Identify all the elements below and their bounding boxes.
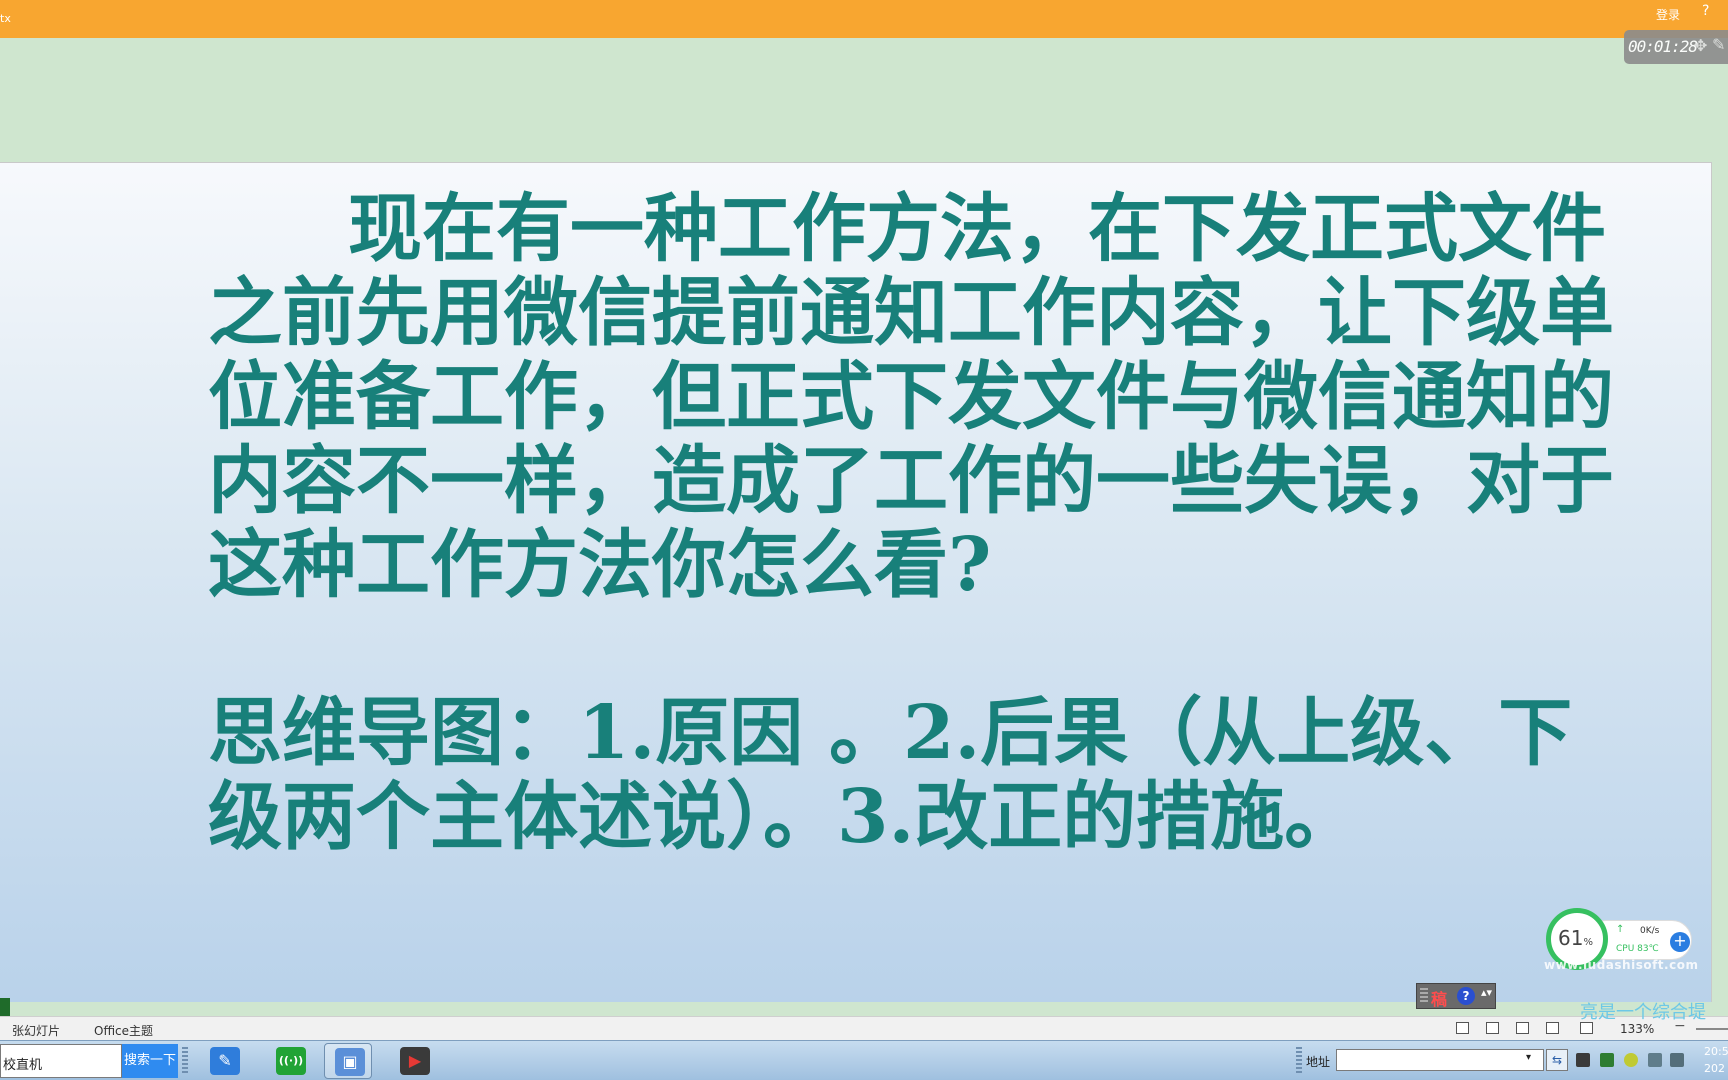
grip-icon[interactable] — [1420, 988, 1428, 1004]
status-bar: 张幻灯片 Office主题 133% − — [0, 1016, 1728, 1040]
address-dropdown-icon[interactable]: ▾ — [1526, 1052, 1531, 1063]
ribbon-area — [0, 38, 1728, 162]
taskbar-app-player[interactable]: ▶ — [390, 1043, 438, 1079]
accelerate-icon[interactable]: + — [1670, 932, 1690, 952]
notes-icon[interactable] — [1516, 1022, 1529, 1034]
help-button[interactable]: ? — [1702, 3, 1709, 19]
ime-expand-icon[interactable]: ▴▾ — [1481, 986, 1492, 999]
toolbar-grip[interactable] — [182, 1047, 188, 1075]
tray-plus-icon[interactable] — [1624, 1053, 1638, 1067]
normal-view-icon[interactable] — [1546, 1022, 1559, 1034]
slide-canvas: 现在有一种工作方法，在下发正式文件之前先用微信提前通知工作内容，让下级单位准备工… — [0, 162, 1712, 1009]
overlay-caption: 亮是一个综合堤 — [1580, 1002, 1706, 1023]
taskbar-app-recorder[interactable]: ▣ — [324, 1043, 372, 1079]
theme-name: Office主题 — [94, 1024, 154, 1038]
memory-percent: 61% — [1558, 926, 1593, 950]
zoom-level[interactable]: 133% — [1620, 1022, 1654, 1036]
video-player-app-icon: ▶ — [400, 1047, 430, 1075]
login-link[interactable]: 登录 — [1656, 6, 1680, 23]
watermark: www.ludashisoft.com — [1544, 958, 1699, 972]
tray-player-icon[interactable] — [1576, 1053, 1590, 1067]
toolbar-grip[interactable] — [1296, 1047, 1302, 1075]
pen-icon[interactable]: ✎ — [1712, 35, 1725, 54]
screen-recorder-app-icon: ▣ — [335, 1048, 365, 1076]
recording-timer[interactable]: 00:01:28 ✥ ✎ — [1624, 30, 1728, 64]
recording-time: 00:01:28 — [1628, 37, 1698, 56]
move-icon[interactable]: ✥ — [1694, 36, 1707, 55]
wifi-app-icon: ((·)) — [276, 1047, 306, 1075]
ime-help-icon[interactable]: ? — [1457, 987, 1475, 1005]
network-signal-icon[interactable] — [1648, 1053, 1662, 1067]
top-bar: tx 登录 ? — [0, 0, 1728, 38]
ime-toolbar[interactable]: 稿 ? ▴▾ — [1416, 983, 1496, 1009]
slide-count: 张幻灯片 — [12, 1024, 61, 1038]
cpu-temperature: CPU 83℃ — [1616, 944, 1659, 954]
network-speed: 0K/s — [1640, 926, 1660, 936]
search-input[interactable]: 校直机 — [0, 1044, 122, 1078]
address-label: 地址 — [1306, 1055, 1331, 1069]
window-title-fragment: tx — [0, 12, 11, 25]
slide-text-box[interactable]: 现在有一种工作方法，在下发正式文件之前先用微信提前通知工作内容，让下级单位准备工… — [208, 187, 1628, 859]
slide-mindmap-hint: 思维导图：1.原因 。2.后果（从上级、下级两个主体述说）。3.改正的措施。 — [208, 690, 1573, 860]
slide-question: 现在有一种工作方法，在下发正式文件之前先用微信提前通知工作内容，让下级单位准备工… — [208, 186, 1614, 608]
upload-arrow-icon: ↑ — [1616, 924, 1625, 935]
clock-date: 202 — [1704, 1062, 1725, 1075]
ime-mode-icon[interactable]: 稿 — [1431, 986, 1451, 1009]
volume-icon[interactable] — [1670, 1053, 1684, 1067]
taskbar-app-wifi[interactable]: ((·)) — [266, 1043, 314, 1079]
system-clock[interactable]: 20:5 202 — [1704, 1043, 1728, 1077]
search-button[interactable]: 搜索一下 — [122, 1044, 178, 1078]
tray-security-icon[interactable] — [1600, 1053, 1614, 1067]
taskbar-app-pen[interactable]: ✎ — [200, 1043, 248, 1079]
taskbar: 校直机 搜索一下 ✎ ((·)) ▣ ▶ 地址 ▾ ⇆ 20:5 202 — [0, 1040, 1728, 1080]
slide-sorter-icon[interactable] — [1486, 1022, 1499, 1034]
slideshow-icon[interactable] — [1456, 1022, 1469, 1034]
pen-app-icon: ✎ — [210, 1047, 240, 1075]
address-go-button[interactable]: ⇆ — [1546, 1049, 1568, 1071]
address-input[interactable] — [1336, 1049, 1544, 1071]
clock-time: 20:5 — [1704, 1045, 1728, 1058]
zoom-slider[interactable] — [1696, 1028, 1728, 1030]
